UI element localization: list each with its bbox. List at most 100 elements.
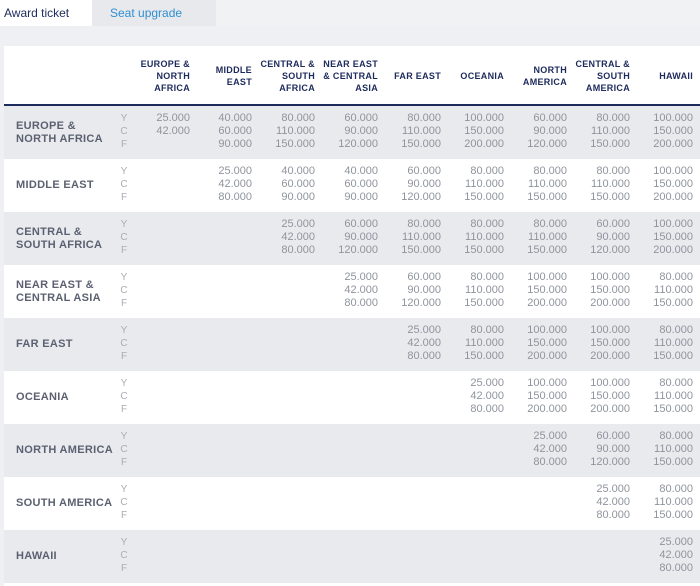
miles-value: 80.000 [659, 377, 693, 389]
miles-value: 100.000 [590, 377, 630, 389]
miles-value: 150.000 [653, 509, 693, 521]
miles-value: 60.000 [281, 178, 315, 190]
miles-value: 80.000 [659, 271, 693, 283]
miles-value: 110.000 [465, 284, 504, 296]
column-header: NEAR EAST & CENTRAL ASIA [314, 58, 378, 94]
miles-value: 150.000 [464, 297, 504, 309]
miles-value: 80.000 [281, 244, 315, 256]
miles-value: 110.000 [654, 390, 693, 402]
miles-cell: 25.000 42.000 80.000 [381, 324, 441, 363]
miles-value: 60.000 [407, 165, 441, 177]
miles-value: 80.000 [344, 297, 378, 309]
class-code: F [120, 563, 128, 574]
class-code: C [120, 497, 128, 508]
table-row: NEAR EAST & CENTRAL ASIA Y C F 25.000 42.000 80… [4, 265, 700, 318]
tab-seat-upgrade[interactable]: Seat upgrade [92, 0, 216, 26]
class-codes: YCF [120, 218, 128, 257]
miles-value: 42.000 [407, 337, 441, 349]
miles-value: 150.000 [653, 350, 693, 362]
miles-cell: 80.000 110.000 150.000 [255, 112, 315, 151]
row-region-label: FAR EAST [16, 338, 116, 351]
table-header: EUROPE & NORTH AFRICA MIDDLE EAST CENTRAL & SO… [4, 46, 700, 106]
miles-value: 25.000 [344, 271, 378, 283]
miles-value: 80.000 [659, 483, 693, 495]
miles-value: 120.000 [338, 244, 378, 256]
column-header: CENTRAL & SOUTH AFRICA [251, 58, 315, 94]
miles-value: 80.000 [407, 350, 441, 362]
miles-value: 80.000 [470, 165, 504, 177]
miles-value: 150.000 [590, 284, 630, 296]
miles-cell: 100.000 150.000 200.000 [570, 377, 630, 416]
class-code: C [120, 550, 128, 561]
miles-value: 150.000 [401, 244, 441, 256]
class-code: C [120, 232, 128, 243]
miles-value: 60.000 [596, 430, 630, 442]
miles-value: 110.000 [654, 284, 693, 296]
row-region-label-line: SOUTH AMERICA [16, 497, 113, 509]
miles-value: 110.000 [402, 231, 441, 243]
miles-value: 90.000 [344, 125, 378, 137]
miles-cell: 100.000 150.000 200.000 [633, 218, 693, 257]
column-header-line: SOUTH [597, 71, 630, 81]
miles-cell: 60.000 90.000 120.000 [318, 218, 378, 257]
miles-cell: 80.000 110.000 150.000 [444, 324, 504, 363]
miles-cell: 60.000 90.000 120.000 [318, 112, 378, 151]
row-region-label: NEAR EAST & CENTRAL ASIA [16, 279, 116, 305]
column-header: CENTRAL & SOUTH AMERICA [566, 58, 630, 94]
miles-cell: 100.000 150.000 200.000 [507, 271, 567, 310]
table-row: MIDDLE EAST Y C F 25.000 42.000 80.000 40.000 60… [4, 159, 700, 212]
class-code: C [120, 391, 128, 402]
miles-value: 150.000 [653, 231, 693, 243]
miles-value: 110.000 [654, 337, 693, 349]
miles-value: 90.000 [407, 284, 441, 296]
miles-value: 150.000 [527, 284, 567, 296]
miles-cell: 25.000 42.000 80.000 [255, 218, 315, 257]
class-codes: YCF [120, 165, 128, 204]
miles-value: 90.000 [596, 231, 630, 243]
miles-value: 200.000 [590, 403, 630, 415]
miles-value: 150.000 [464, 244, 504, 256]
miles-value: 150.000 [464, 191, 504, 203]
class-code: F [120, 192, 128, 203]
miles-value: 42.000 [470, 390, 504, 402]
class-code: F [120, 510, 128, 521]
miles-cell: 25.000 42.000 80.000 [192, 165, 252, 204]
miles-value: 80.000 [533, 218, 567, 230]
miles-value: 25.000 [659, 536, 693, 548]
tab-award-ticket[interactable]: Award ticket [0, 0, 92, 26]
table-row: EUROPE & NORTH AFRICA Y C F 25.000 42.000 40.00… [4, 106, 700, 159]
row-region-label-line: SOUTH AFRICA [16, 239, 103, 251]
class-codes: YCF [120, 324, 128, 363]
row-region-label: CENTRAL & SOUTH AFRICA [16, 226, 116, 252]
column-header-line: HAWAII [659, 71, 693, 81]
miles-value: 80.000 [533, 456, 567, 468]
miles-cell: 60.000 90.000 120.000 [381, 165, 441, 204]
miles-cell: 80.000 110.000 150.000 [507, 218, 567, 257]
class-code: F [120, 351, 128, 362]
column-header-line: AFRICA [279, 83, 315, 93]
miles-value: 150.000 [527, 191, 567, 203]
miles-value: 90.000 [344, 231, 378, 243]
miles-value: 90.000 [218, 138, 252, 150]
class-code: F [120, 404, 128, 415]
miles-value: 150.000 [590, 337, 630, 349]
class-codes: YCF [120, 483, 128, 522]
miles-value: 120.000 [590, 456, 630, 468]
miles-cell: 40.000 60.000 90.000 [255, 165, 315, 204]
miles-value: 110.000 [465, 178, 504, 190]
row-region-label-line: NORTH AMERICA [16, 444, 113, 456]
class-code: C [120, 444, 128, 455]
row-region-label-line: MIDDLE EAST [16, 179, 94, 191]
column-header-line: CENTRAL & [260, 59, 315, 69]
miles-value: 40.000 [218, 112, 252, 124]
miles-value: 100.000 [590, 271, 630, 283]
miles-value: 100.000 [527, 271, 567, 283]
miles-value: 80.000 [659, 324, 693, 336]
class-code: F [120, 457, 128, 468]
miles-value: 42.000 [344, 284, 378, 296]
miles-value: 150.000 [527, 390, 567, 402]
miles-cell: 100.000 150.000 200.000 [633, 165, 693, 204]
miles-value: 80.000 [407, 218, 441, 230]
miles-cell: 100.000 150.000 200.000 [633, 112, 693, 151]
miles-value: 200.000 [464, 138, 504, 150]
